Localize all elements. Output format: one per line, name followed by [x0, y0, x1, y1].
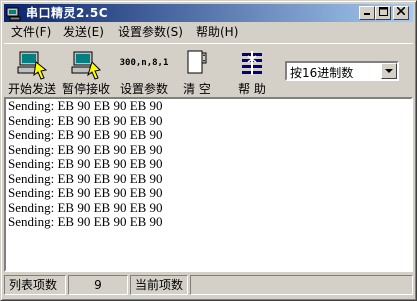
format-select[interactable]: 按16进制数 — [285, 61, 399, 81]
pause-receive-button[interactable]: 暂停接收 — [60, 48, 112, 96]
minimize-icon — [364, 13, 370, 15]
status-bar: 列表项数 9 当前项数 — [4, 275, 413, 297]
close-icon — [396, 6, 406, 16]
settings-text-icon: 300,n,8,1 — [119, 58, 169, 68]
computer-send-icon — [17, 51, 48, 80]
list-item[interactable]: Sending: EB 90 EB 90 EB 90 — [6, 171, 411, 187]
minimize-button[interactable] — [359, 6, 375, 20]
list-item[interactable]: Sending: EB 90 EB 90 EB 90 — [6, 113, 411, 129]
close-button[interactable] — [393, 6, 409, 20]
list-count-value: 9 — [68, 275, 128, 295]
list-item[interactable]: Sending: EB 90 EB 90 EB 90 — [6, 99, 411, 114]
start-send-label: 开始发送 — [7, 82, 56, 96]
maximize-button[interactable] — [375, 6, 391, 20]
settings-label: 设置参数 — [119, 82, 168, 96]
list-count-label: 列表项数 — [4, 275, 66, 295]
list-item[interactable]: Sending: EB 90 EB 90 EB 90 — [6, 128, 411, 143]
menu-settings[interactable]: 设置参数(S) — [115, 23, 186, 41]
list-item[interactable]: Sending: EB 90 EB 90 EB 90 — [6, 215, 411, 230]
title-bar[interactable]: 串口精灵2.5C — [4, 4, 413, 22]
help-button[interactable]: 帮 助 — [230, 48, 274, 96]
app-window: 串口精灵2.5C 文件(F) 发送(E) 设置参数(S) 帮助(H) 开始发送 — [0, 0, 417, 301]
current-item-value — [190, 275, 413, 295]
clear-label: 清 空 — [183, 82, 211, 96]
start-send-button[interactable]: 开始发送 — [6, 48, 58, 96]
log-list[interactable]: Sending: EB 90 EB 90 EB 90 Sending: EB 9… — [4, 97, 413, 272]
list-item[interactable]: Sending: EB 90 EB 90 EB 90 — [6, 142, 411, 158]
clear-page-icon — [187, 50, 207, 74]
app-icon — [6, 7, 21, 21]
settings-button[interactable]: 300,n,8,1 设置参数 — [116, 48, 172, 96]
menu-bar: 文件(F) 发送(E) 设置参数(S) 帮助(H) — [4, 23, 413, 41]
help-label: 帮 助 — [238, 82, 266, 96]
computer-receive-icon — [71, 51, 102, 80]
list-item[interactable]: Sending: EB 90 EB 90 EB 90 — [6, 200, 411, 216]
help-book-icon — [242, 51, 262, 75]
current-item-label: 当前项数 — [130, 275, 188, 295]
list-item[interactable]: Sending: EB 90 EB 90 EB 90 — [6, 186, 411, 201]
pause-receive-label: 暂停接收 — [61, 82, 110, 96]
chevron-down-icon — [385, 69, 393, 73]
window-title: 串口精灵2.5C — [26, 6, 109, 20]
menu-file[interactable]: 文件(F) — [8, 23, 54, 41]
maximize-icon — [378, 7, 388, 16]
menu-help[interactable]: 帮助(H) — [193, 23, 241, 41]
menu-send[interactable]: 发送(E) — [60, 23, 107, 41]
format-select-value: 按16进制数 — [290, 66, 354, 80]
format-dropdown-button[interactable] — [381, 63, 397, 79]
list-item[interactable]: Sending: EB 90 EB 90 EB 90 — [6, 157, 411, 172]
clear-button[interactable]: 清 空 — [176, 48, 218, 96]
